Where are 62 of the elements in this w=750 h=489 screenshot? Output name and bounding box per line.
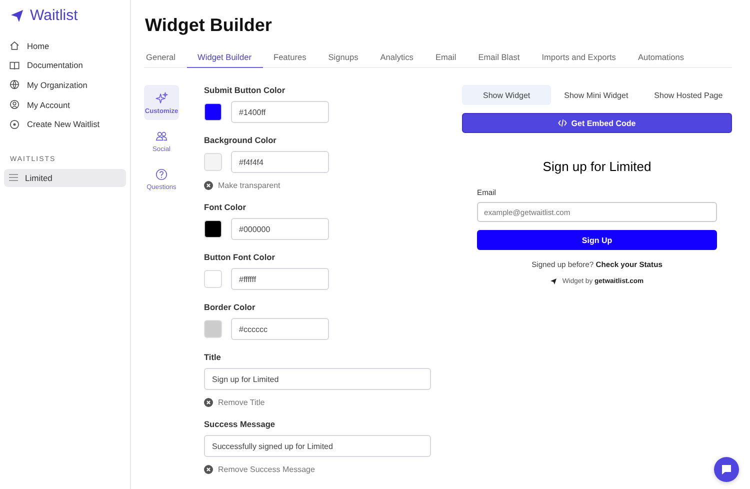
home-icon <box>9 40 20 52</box>
embed-code-button[interactable]: Get Embed Code <box>462 113 732 133</box>
question-icon <box>155 168 168 181</box>
nav-item[interactable]: Create New Waitlist <box>4 114 126 134</box>
tab[interactable]: Email <box>424 52 468 68</box>
circle-dot-icon <box>9 118 20 130</box>
color-swatch[interactable] <box>204 103 222 121</box>
chat-icon <box>721 464 732 475</box>
text-input[interactable]: Successfully signed up for Limited <box>204 435 431 457</box>
nav-item[interactable]: My Organization <box>4 75 126 95</box>
field-label: Success Message <box>204 419 276 429</box>
view-tab[interactable]: Show Widget <box>462 85 552 105</box>
user-circle-icon <box>9 99 20 110</box>
color-swatch[interactable] <box>204 220 222 238</box>
color-swatch[interactable] <box>204 153 222 171</box>
color-input[interactable]: #f4f4f4 <box>231 151 329 173</box>
book-icon <box>9 60 20 71</box>
sparkles-icon <box>155 92 168 105</box>
view-tab[interactable]: Show Mini Widget <box>551 85 642 105</box>
nav-item[interactable]: Home <box>4 36 126 56</box>
sign-up-button[interactable]: Sign Up <box>477 230 717 250</box>
field-label: Font Color <box>204 202 247 212</box>
field-label: Submit Button Color <box>204 85 286 95</box>
field-label: Title <box>204 352 222 362</box>
nav-item[interactable]: Documentation <box>4 56 126 76</box>
color-input[interactable]: #000000 <box>231 218 329 240</box>
color-input[interactable]: #ffffff <box>231 268 329 290</box>
widget-title: Sign up for Limited <box>542 159 652 174</box>
tab[interactable]: Imports and Exports <box>530 52 627 68</box>
tab[interactable]: Email Blast <box>467 52 531 68</box>
close-icon <box>204 181 213 190</box>
field-label: Button Font Color <box>204 252 276 262</box>
globe-icon <box>9 79 20 90</box>
tab[interactable]: Signups <box>317 52 370 68</box>
field-label: Border Color <box>204 302 256 312</box>
page-title: Widget Builder <box>145 15 273 36</box>
field-label: Background Color <box>204 135 278 145</box>
color-input[interactable]: #1400ff <box>231 101 329 123</box>
remove-link[interactable]: Make transparent <box>204 181 280 190</box>
close-icon <box>204 465 213 474</box>
tab[interactable]: Features <box>262 52 318 68</box>
code-icon <box>558 119 568 127</box>
color-swatch[interactable] <box>204 320 222 338</box>
tab[interactable]: General <box>144 52 187 68</box>
people-icon <box>155 130 168 143</box>
remove-link[interactable]: Remove Success Message <box>204 465 315 474</box>
paper-plane-icon <box>10 8 24 22</box>
app-name: Waitlist <box>30 7 78 24</box>
paper-plane-icon <box>550 278 558 285</box>
tab[interactable]: Analytics <box>369 52 424 68</box>
view-tab[interactable]: Show Hosted Page <box>641 85 736 105</box>
color-swatch[interactable] <box>204 270 222 288</box>
text-input[interactable]: Sign up for Limited <box>204 368 431 390</box>
tab[interactable]: Widget Builder <box>186 52 262 68</box>
chat-button[interactable] <box>714 457 739 482</box>
remove-link[interactable]: Remove Title <box>204 398 265 407</box>
close-icon <box>204 398 213 407</box>
list-icon <box>9 174 18 182</box>
waitlist-item[interactable]: Limited <box>4 168 126 187</box>
nav-item[interactable]: My Account <box>4 94 126 114</box>
color-input[interactable]: #cccccc <box>231 318 329 340</box>
tab[interactable]: Automations <box>626 52 696 68</box>
